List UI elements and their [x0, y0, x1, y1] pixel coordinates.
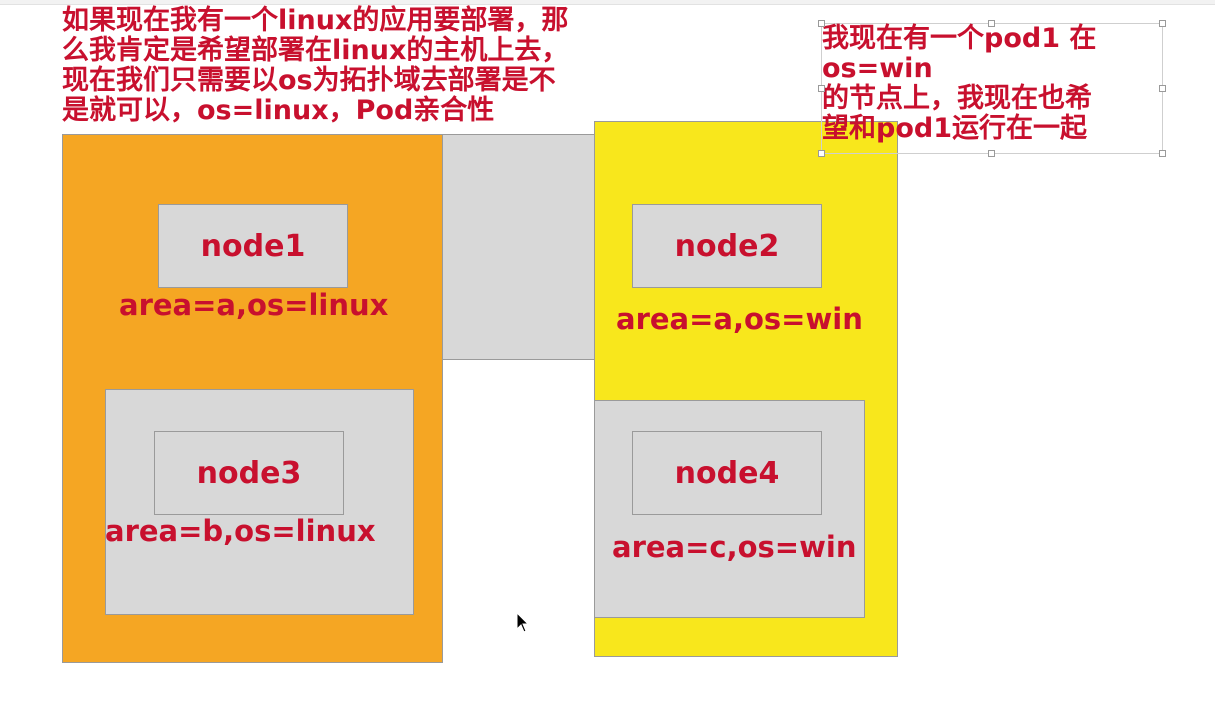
- resize-handle-tm[interactable]: [988, 20, 995, 27]
- node3-labels: area=b,os=linux: [105, 514, 376, 548]
- slide-canvas: node1 node2 node3 node4 area=a,os=linux …: [0, 0, 1215, 708]
- resize-handle-ml[interactable]: [818, 85, 825, 92]
- node2-box[interactable]: node2: [632, 204, 822, 288]
- node3-box[interactable]: node3: [154, 431, 344, 515]
- resize-handle-br[interactable]: [1159, 150, 1166, 157]
- right-note-text[interactable]: 我现在有一个pod1 在 os=win 的节点上，我现在也希 望和pod1运行在…: [822, 24, 1162, 154]
- area-a-gray-region: [440, 134, 598, 360]
- node1-box[interactable]: node1: [158, 204, 348, 288]
- resize-handle-bl[interactable]: [818, 150, 825, 157]
- node4-box[interactable]: node4: [632, 431, 822, 515]
- resize-handle-bm[interactable]: [988, 150, 995, 157]
- mouse-pointer-icon: [516, 611, 530, 638]
- node1-labels: area=a,os=linux: [119, 288, 389, 322]
- left-note-text: 如果现在我有一个linux的应用要部署，那 么我肯定是希望部署在linux的主机…: [62, 5, 569, 126]
- node4-labels: area=c,os=win: [612, 530, 857, 564]
- node2-labels: area=a,os=win: [616, 302, 863, 336]
- resize-handle-mr[interactable]: [1159, 85, 1166, 92]
- resize-handle-tr[interactable]: [1159, 20, 1166, 27]
- resize-handle-tl[interactable]: [818, 20, 825, 27]
